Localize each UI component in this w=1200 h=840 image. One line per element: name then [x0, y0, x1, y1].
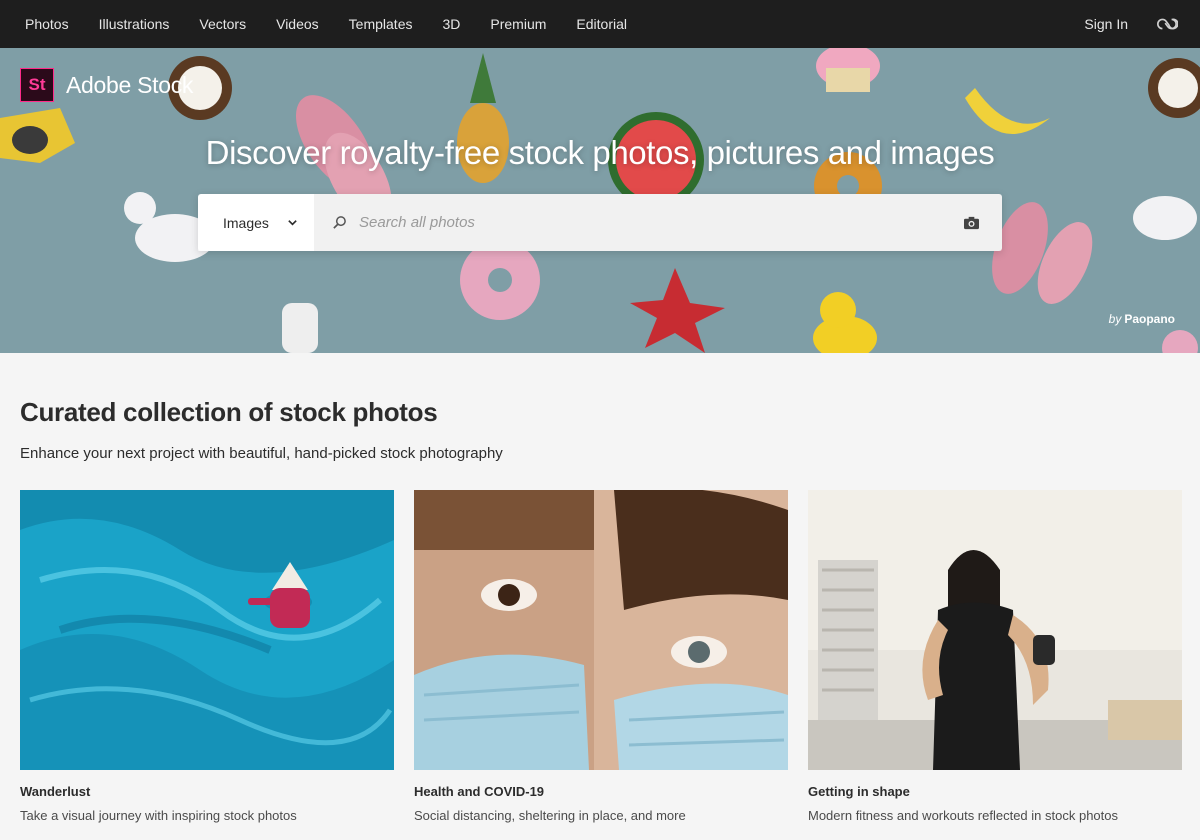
hero-title: Discover royalty-free stock photos, pict… [205, 134, 995, 171]
brand[interactable]: St Adobe Stock [20, 68, 193, 102]
health-covid-image [414, 490, 788, 770]
wanderlust-image [20, 490, 394, 770]
search-field [314, 194, 1002, 251]
search-type-dropdown[interactable]: Images [198, 194, 314, 251]
nav-links: Photos Illustrations Vectors Videos Temp… [10, 0, 642, 48]
sign-in-link[interactable]: Sign In [1084, 16, 1128, 32]
card-description: Take a visual journey with inspiring sto… [20, 808, 297, 823]
section-subtitle: Enhance your next project with beautiful… [20, 445, 503, 462]
getting-in-shape-image [808, 490, 1182, 770]
nav-right: Sign In [1084, 13, 1200, 35]
nav-illustrations[interactable]: Illustrations [84, 0, 185, 48]
search-icon [333, 216, 346, 229]
search-type-label: Images [223, 214, 269, 231]
card-health-covid[interactable]: Health and COVID-19 Social distancing, s… [414, 490, 788, 823]
card-description: Social distancing, sheltering in place, … [414, 808, 686, 823]
search-bar: Images [198, 194, 1002, 251]
credit-author[interactable]: Paopano [1124, 312, 1175, 326]
section-title: Curated collection of stock photos [20, 397, 438, 427]
chevron-down-icon [288, 220, 297, 226]
card-wanderlust[interactable]: Wanderlust Take a visual journey with in… [20, 490, 394, 823]
nav-photos[interactable]: Photos [10, 0, 84, 48]
collection-cards: Wanderlust Take a visual journey with in… [20, 490, 1182, 823]
hero-banner: St Adobe Stock Discover royalty-free sto… [0, 48, 1200, 353]
creative-cloud-icon[interactable] [1156, 13, 1178, 35]
camera-icon[interactable] [963, 215, 980, 230]
brand-name: Adobe Stock [66, 71, 194, 98]
nav-templates[interactable]: Templates [334, 0, 428, 48]
nav-premium[interactable]: Premium [475, 0, 561, 48]
nav-editorial[interactable]: Editorial [561, 0, 642, 48]
card-getting-in-shape[interactable]: Getting in shape Modern fitness and work… [808, 490, 1182, 823]
card-title: Getting in shape [808, 784, 910, 799]
card-title: Health and COVID-19 [414, 784, 545, 799]
nav-videos[interactable]: Videos [261, 0, 334, 48]
card-title: Wanderlust [20, 784, 91, 799]
top-nav: Photos Illustrations Vectors Videos Temp… [0, 0, 1200, 48]
nav-vectors[interactable]: Vectors [184, 0, 261, 48]
photo-credit: by Paopano [1109, 312, 1175, 326]
card-description: Modern fitness and workouts reflected in… [808, 808, 1118, 823]
credit-prefix: by [1108, 312, 1122, 326]
adobe-stock-logo: St [20, 68, 54, 102]
nav-3d[interactable]: 3D [427, 0, 475, 48]
search-input[interactable] [359, 214, 939, 231]
